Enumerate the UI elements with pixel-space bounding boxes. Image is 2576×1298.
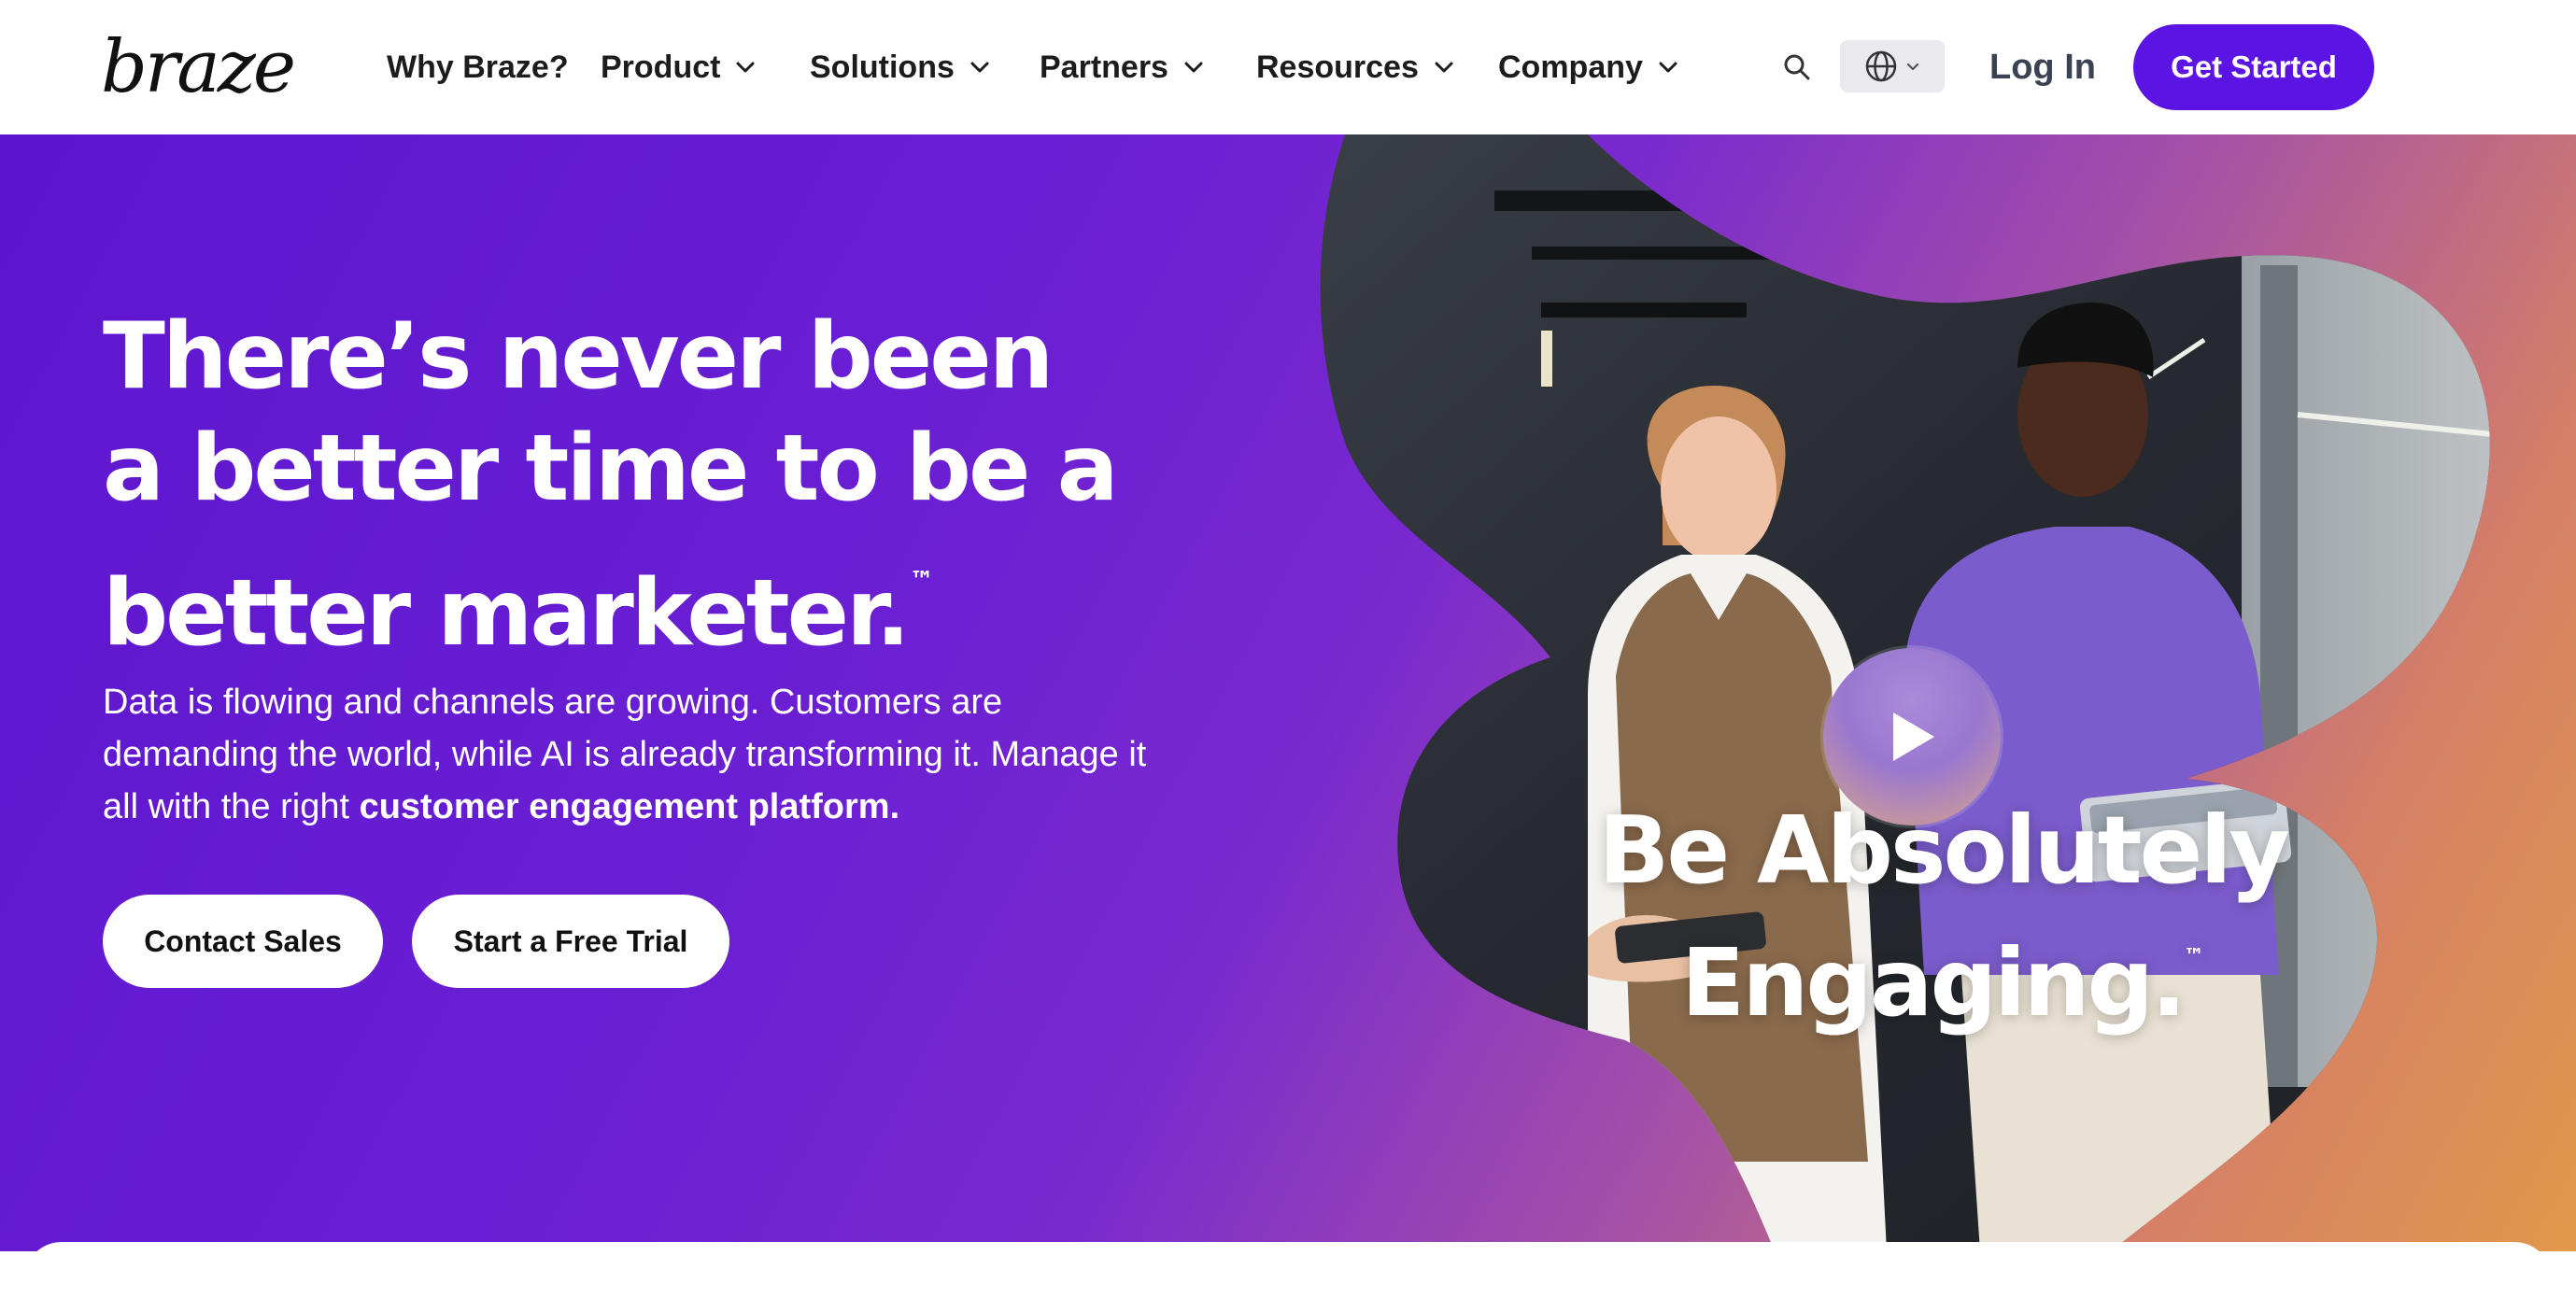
video-caption-line2: Engaging. — [1680, 928, 2187, 1037]
braze-logo[interactable]: braze — [101, 21, 296, 114]
hero-headline: There’s never been a better time to be a… — [103, 301, 1130, 670]
video-caption-line1: Be Absolutely — [1598, 796, 2290, 905]
hero-headline-text: There’s never been a better time to be a… — [103, 303, 1119, 667]
nav-resources-label: Resources — [1256, 49, 1419, 85]
language-selector[interactable] — [1840, 40, 1945, 92]
get-started-button[interactable]: Get Started — [2133, 24, 2374, 110]
nav-why-braze[interactable]: Why Braze? — [387, 41, 569, 93]
nav-product-label: Product — [601, 49, 721, 85]
contact-sales-button[interactable]: Contact Sales — [103, 895, 383, 988]
trademark-mark: ™ — [909, 567, 934, 595]
chevron-down-icon — [1659, 62, 1677, 73]
hero-section: There’s never been a better time to be a… — [0, 134, 2576, 1251]
chevron-down-icon — [1184, 62, 1203, 73]
nav-partners-label: Partners — [1040, 49, 1168, 85]
nav-product[interactable]: Product — [601, 41, 756, 93]
nav-why-braze-label: Why Braze? — [387, 49, 569, 85]
search-icon — [1784, 54, 1810, 80]
globe-icon — [1865, 50, 1897, 82]
login-link[interactable]: Log In — [1989, 39, 2096, 95]
chevron-down-icon — [1435, 62, 1453, 73]
nav-solutions-label: Solutions — [810, 49, 955, 85]
video-caption: Be Absolutely Engaging.™ — [1588, 797, 2298, 1037]
search-button[interactable] — [1775, 45, 1819, 90]
chevron-down-icon — [1906, 63, 1919, 71]
play-icon — [1893, 712, 1934, 761]
hero-description: Data is flowing and channels are growing… — [103, 676, 1158, 833]
nav-company-label: Company — [1498, 49, 1643, 85]
site-header: braze Why Braze? Product Solutions Partn… — [0, 0, 2576, 134]
hero-description-emphasis: customer engagement platform. — [359, 787, 900, 826]
video-trademark-mark: ™ — [2184, 945, 2205, 968]
nav-solutions[interactable]: Solutions — [810, 41, 990, 93]
nav-resources[interactable]: Resources — [1256, 41, 1454, 93]
nav-company[interactable]: Company — [1498, 41, 1678, 93]
nav-partners[interactable]: Partners — [1040, 41, 1204, 93]
chevron-down-icon — [736, 62, 755, 73]
chevron-down-icon — [970, 62, 989, 73]
free-trial-button[interactable]: Start a Free Trial — [412, 895, 729, 988]
next-section-card — [24, 1242, 2552, 1298]
